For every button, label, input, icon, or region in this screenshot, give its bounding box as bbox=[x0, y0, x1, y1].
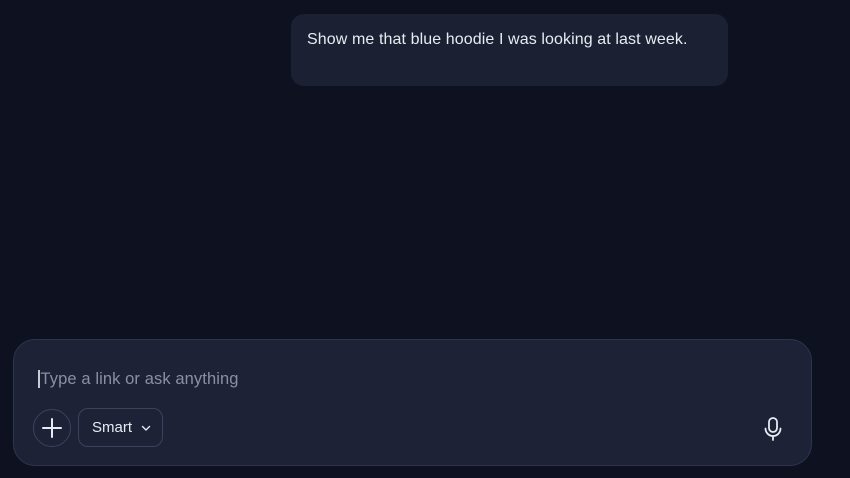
mode-select[interactable]: Smart bbox=[78, 408, 163, 447]
chevron-down-icon bbox=[141, 423, 151, 433]
plus-icon bbox=[42, 418, 62, 438]
user-message-text: Show me that blue hoodie I was looking a… bbox=[307, 31, 688, 48]
user-message-bubble: Show me that blue hoodie I was looking a… bbox=[291, 14, 728, 86]
text-caret bbox=[38, 370, 40, 388]
microphone-icon bbox=[764, 417, 782, 441]
chat-app: Show me that blue hoodie I was looking a… bbox=[0, 0, 850, 478]
voice-input-button[interactable] bbox=[756, 412, 790, 446]
mode-select-label: Smart bbox=[92, 419, 133, 436]
add-attachment-button[interactable] bbox=[33, 409, 71, 447]
message-input[interactable]: Type a link or ask anything bbox=[38, 368, 778, 390]
input-placeholder: Type a link or ask anything bbox=[40, 369, 239, 388]
message-composer: Type a link or ask anything Smart bbox=[13, 339, 812, 466]
